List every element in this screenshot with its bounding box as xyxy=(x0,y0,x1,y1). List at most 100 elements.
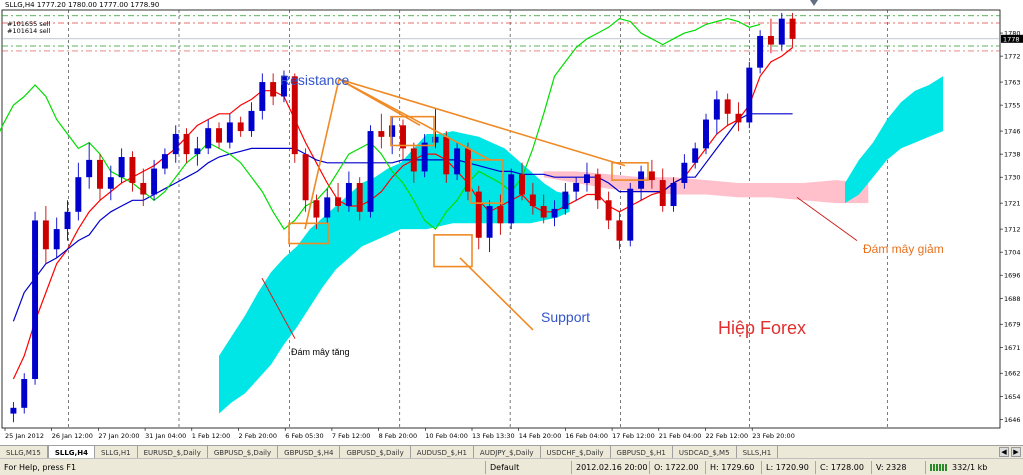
candle-body xyxy=(118,157,125,178)
time-tick-label: 6 Feb 05:30 xyxy=(285,432,324,440)
price-chart[interactable]: 1780177217631755174617381730172117121704… xyxy=(0,0,1023,445)
chart-tab[interactable]: SLLG,M15 xyxy=(0,446,48,458)
time-tick-label: 14 Feb 20:00 xyxy=(519,432,562,440)
candle-body xyxy=(410,148,417,172)
chart-area[interactable]: 1780 1772 1763 1755 1746 1738 1730 1721 1712 1704… xyxy=(0,0,1023,445)
candle-body xyxy=(497,206,504,224)
time-tick-label: 10 Feb 04:00 xyxy=(425,432,468,440)
price-tick-label: 1730 xyxy=(1004,174,1021,182)
candle-body xyxy=(378,131,385,137)
tab-scroll-left-icon[interactable]: ◀ xyxy=(999,447,1009,457)
price-tick-label: 1679 xyxy=(1004,321,1021,329)
candle-body xyxy=(10,407,17,414)
candle-body xyxy=(226,122,233,143)
tab-scroll-controls: ◀ ▶ xyxy=(999,446,1023,458)
candle-body xyxy=(183,133,190,155)
candle-body xyxy=(324,197,331,218)
candle-body xyxy=(519,174,526,195)
chart-header: SLLG,H4 1777.20 1780.00 1777.00 1778.90 xyxy=(5,1,160,9)
candle-body xyxy=(778,18,785,45)
chart-tab[interactable]: GBPUSD_$,H4 xyxy=(278,446,341,458)
candle-body xyxy=(692,148,699,163)
chart-tab[interactable]: SLLG,H1 xyxy=(95,446,138,458)
time-tick-label: 22 Feb 12:00 xyxy=(706,432,749,440)
candle-body xyxy=(670,182,677,207)
candle-body xyxy=(216,128,223,143)
candle-body xyxy=(508,174,515,224)
time-tick-label: 21 Feb 04:00 xyxy=(659,432,702,440)
chart-tab[interactable]: USDCAD_$,M5 xyxy=(673,446,737,458)
candle-body xyxy=(454,148,461,175)
current-price-label: 1778 xyxy=(1003,35,1020,43)
candle-body xyxy=(757,35,764,68)
status-high: H: 1729.60 xyxy=(705,460,761,474)
tab-scroll-right-icon[interactable]: ▶ xyxy=(1011,447,1021,457)
candle-body xyxy=(540,206,547,218)
time-tick-label: 27 Jan 20:00 xyxy=(98,432,139,440)
candle-body xyxy=(421,142,428,172)
status-profile[interactable]: Default xyxy=(485,460,571,474)
candle-body xyxy=(562,191,569,209)
candle-body xyxy=(194,148,201,155)
candle-body xyxy=(64,211,71,230)
candle-body xyxy=(270,82,277,97)
candle-body xyxy=(583,174,590,183)
candle-body xyxy=(248,110,255,132)
candle-body xyxy=(75,177,82,212)
candle-body xyxy=(237,122,244,132)
candle-body xyxy=(42,220,49,250)
candle-body xyxy=(616,220,623,241)
price-tick-label: 1712 xyxy=(1004,226,1021,234)
candle-body xyxy=(151,168,158,195)
status-datetime: 2012.02.16 20:00 xyxy=(571,460,649,474)
chart-tab[interactable]: GBPUSD_$,Daily xyxy=(208,446,279,458)
candle-body xyxy=(746,67,753,123)
candle-body xyxy=(367,131,374,212)
watermark-text: Hiệp Forex xyxy=(718,318,807,338)
status-open: O: 1722.00 xyxy=(649,460,705,474)
candle-body xyxy=(648,171,655,181)
candle-body xyxy=(302,154,309,201)
candle-body xyxy=(594,174,601,201)
candle-body xyxy=(32,220,39,379)
time-tick-label: 23 Feb 20:00 xyxy=(752,432,795,440)
candle-body xyxy=(713,99,720,120)
candle-body xyxy=(172,133,179,155)
traffic-bars-icon xyxy=(930,463,948,471)
chart-tab[interactable]: SLLG,H4 xyxy=(47,446,95,458)
resistance-label: Resistance xyxy=(280,72,350,88)
price-tick-label: 1746 xyxy=(1004,128,1021,136)
candle-body xyxy=(551,208,558,218)
candle-body xyxy=(259,82,266,111)
candle-body xyxy=(443,136,450,175)
price-tick-label: 1755 xyxy=(1004,102,1021,110)
chart-tab[interactable]: AUDUSD_$,H1 xyxy=(411,446,474,458)
candle-body xyxy=(86,159,93,178)
candle-body xyxy=(735,113,742,123)
price-tick-label: 1704 xyxy=(1004,249,1021,257)
status-traffic: 332/1 kb xyxy=(925,460,1023,474)
candle-body xyxy=(627,188,634,241)
status-close: C: 1728.00 xyxy=(815,460,871,474)
candle-body xyxy=(464,148,471,192)
price-tick-label: 1721 xyxy=(1004,200,1021,208)
candle-body xyxy=(140,182,147,195)
status-traffic-value: 332/1 kb xyxy=(952,462,988,472)
price-tick-label: 1646 xyxy=(1004,416,1021,424)
chart-tab[interactable]: GBPUSD_$,H1 xyxy=(611,446,673,458)
price-tick-label: 1696 xyxy=(1004,272,1021,280)
time-tick-label: 7 Feb 12:00 xyxy=(332,432,371,440)
chart-tab[interactable]: GBPUSD_$,Daily xyxy=(340,446,411,458)
candle-body xyxy=(659,180,666,207)
candle-body xyxy=(681,162,688,183)
status-low: L: 1720.90 xyxy=(761,460,815,474)
chart-tab[interactable]: EURUSD_$,Daily xyxy=(138,446,208,458)
status-volume: V: 2328 xyxy=(871,460,925,474)
chart-tab[interactable]: USDCHF_$,Daily xyxy=(541,446,611,458)
time-tick-label: 13 Feb 13:30 xyxy=(472,432,515,440)
price-tick-label: 1738 xyxy=(1004,151,1021,159)
price-tick-label: 1654 xyxy=(1004,393,1021,401)
chart-shift-marker-icon xyxy=(810,0,818,6)
chart-tab[interactable]: AUDJPY_$,Daily xyxy=(474,446,541,458)
chart-tab[interactable]: SLLS,H1 xyxy=(737,446,779,458)
